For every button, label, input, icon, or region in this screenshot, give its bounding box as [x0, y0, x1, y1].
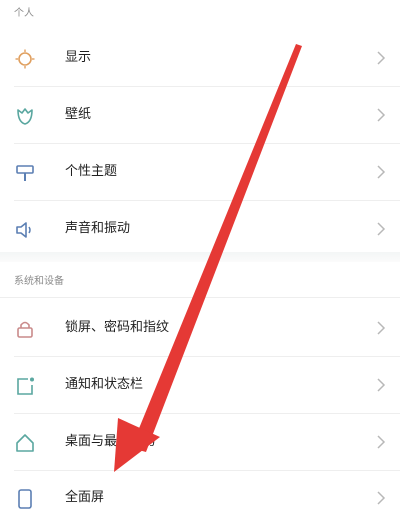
settings-item-display[interactable]: 显示: [0, 30, 400, 86]
chevron-right-icon: [377, 165, 386, 179]
lock-icon: [17, 321, 33, 338]
speaker-icon: [16, 222, 31, 238]
chevron-right-icon: [377, 108, 386, 122]
settings-item-theme[interactable]: 个性主题: [0, 144, 400, 200]
settings-item-notifications[interactable]: 通知和状态栏: [0, 357, 400, 413]
section-header-system: 系统和设备: [14, 276, 64, 287]
chevron-right-icon: [377, 491, 386, 505]
notification-icon: [17, 377, 34, 395]
section-separator: [0, 252, 400, 262]
settings-item-wallpaper[interactable]: 壁纸: [0, 87, 400, 143]
settings-item-label: 通知和状态栏: [65, 377, 144, 392]
wallpaper-icon: [17, 108, 33, 125]
home-icon: [16, 434, 34, 452]
settings-item-label: 个性主题: [65, 164, 118, 179]
chevron-right-icon: [377, 51, 386, 65]
settings-item-lockscreen[interactable]: 锁屏、密码和指纹: [0, 300, 400, 356]
settings-item-label: 壁纸: [65, 107, 92, 122]
sun-icon: [15, 49, 35, 69]
settings-item-label: 声音和振动: [65, 221, 131, 236]
settings-item-home[interactable]: 桌面与最近任务: [0, 414, 400, 470]
phone-icon: [18, 489, 32, 509]
chevron-right-icon: [377, 378, 386, 392]
section-header-personal: 个人: [14, 8, 34, 19]
theme-brush-icon: [16, 165, 34, 181]
divider: [0, 297, 400, 298]
settings-item-label: 显示: [65, 50, 92, 65]
settings-item-sound[interactable]: 声音和振动: [0, 201, 400, 257]
settings-item-label: 锁屏、密码和指纹: [65, 320, 170, 335]
settings-item-label: 桌面与最近任务: [65, 434, 157, 449]
chevron-right-icon: [377, 435, 386, 449]
settings-item-label: 全面屏: [65, 490, 105, 505]
chevron-right-icon: [377, 222, 386, 236]
settings-item-fullscreen[interactable]: 全面屏: [0, 470, 400, 526]
chevron-right-icon: [377, 321, 386, 335]
